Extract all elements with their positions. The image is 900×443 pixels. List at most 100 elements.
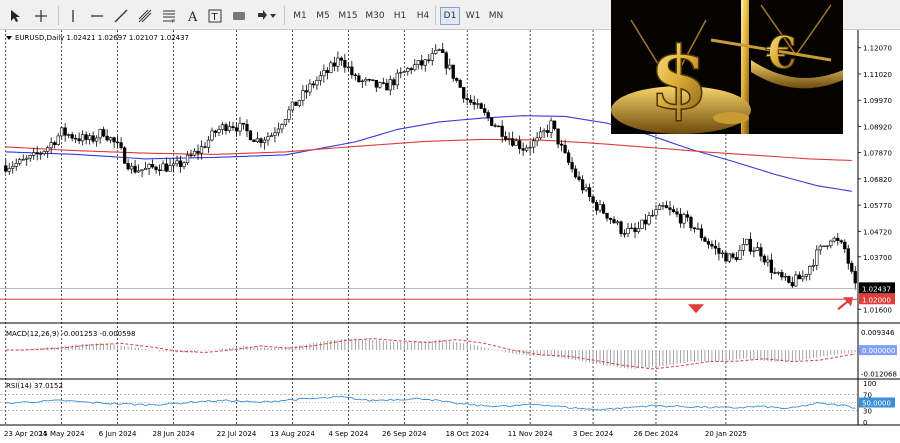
date-tick-label: 18 Oct 2024: [446, 430, 490, 438]
candle-body: [308, 83, 312, 93]
date-tick-label: 28 Jun 2024: [152, 430, 195, 438]
timeframe-m30-button[interactable]: M30: [363, 7, 387, 25]
candle-body: [654, 209, 658, 216]
candle-body: [371, 79, 375, 81]
rectangle-tool-button[interactable]: [230, 6, 248, 25]
candle-body: [395, 72, 399, 86]
arrow-shapes-tool-button[interactable]: [254, 6, 278, 25]
candle-body: [566, 152, 571, 163]
svg-text:$: $: [649, 28, 709, 129]
candle-body: [469, 99, 473, 103]
timeframe-m1-button[interactable]: M1: [290, 7, 310, 25]
candle-body: [839, 240, 843, 243]
candle-body: [74, 137, 78, 140]
horizontal-line-tool-button[interactable]: [88, 6, 106, 25]
candle-body: [542, 130, 546, 133]
candle-body: [269, 135, 274, 137]
text-label-tool-button[interactable]: T: [206, 6, 224, 25]
candle-body: [46, 147, 50, 152]
timeframe-w1-button[interactable]: W1: [463, 7, 483, 25]
candle-body: [601, 204, 606, 214]
candle: [490, 117, 494, 127]
candle: [458, 78, 462, 88]
svg-text:T: T: [211, 12, 219, 23]
candle-body: [98, 129, 102, 139]
price-tick-label: 1.11020: [863, 71, 892, 79]
candle-body: [801, 276, 805, 280]
candle-body: [643, 219, 648, 225]
candle-body: [399, 71, 403, 74]
candle-body: [783, 276, 787, 278]
fibonacci-tool-button[interactable]: F: [160, 6, 178, 25]
candle-body: [4, 165, 8, 172]
candle-body: [220, 124, 225, 130]
trendline-icon: [114, 9, 128, 22]
candle-body: [416, 60, 420, 65]
trading-chart-window: F A T M1 M5 M15 M30 H1 H4 D1 W1 MN 1.12070 1.1102…: [0, 0, 900, 443]
text-tool-button[interactable]: A: [184, 6, 202, 25]
fibonacci-icon: F: [163, 10, 175, 23]
candle-body: [815, 249, 819, 266]
candle-body: [18, 159, 22, 164]
candle-body: [780, 272, 784, 278]
candle: [591, 195, 595, 204]
candle-body: [161, 163, 165, 171]
candle-body: [266, 136, 270, 141]
timeframe-d1-button[interactable]: D1: [440, 7, 460, 25]
text-icon: A: [187, 10, 198, 23]
candle-body: [70, 134, 74, 139]
channel-tool-button[interactable]: [136, 6, 154, 25]
candle-body: [378, 82, 382, 88]
candle-body: [276, 128, 281, 134]
candle-body: [53, 142, 57, 145]
timeframe-m15-button[interactable]: M15: [336, 7, 360, 25]
price-tick-label: 1.06820: [863, 176, 892, 184]
candle-body: [448, 64, 452, 69]
candle-body: [241, 122, 246, 125]
candle-body: [507, 138, 511, 140]
date-tick-label: 3 Dec 2024: [573, 430, 614, 438]
candle-body: [304, 90, 309, 93]
candle-body: [213, 130, 218, 133]
candle-body: [580, 179, 585, 191]
vertical-line-tool-button[interactable]: [64, 6, 82, 25]
candle: [122, 146, 127, 164]
candle-body: [745, 238, 749, 245]
candle-body: [766, 259, 770, 263]
candle-body: [11, 166, 15, 169]
candle-body: [88, 135, 92, 140]
candle-body: [465, 98, 469, 101]
candle-body: [329, 62, 333, 73]
cursor-tool-button[interactable]: [6, 6, 24, 25]
trendline-tool-button[interactable]: [112, 6, 130, 25]
price-tick-label: 1.05770: [863, 202, 892, 210]
toolbar-separator: [435, 6, 436, 25]
timeframe-h1-button[interactable]: H1: [390, 7, 410, 25]
candle-body: [525, 147, 529, 151]
rsi-tick-label: 0: [863, 419, 867, 427]
candle-body: [675, 211, 679, 215]
candle-body: [762, 255, 766, 263]
toolbar-separator: [58, 6, 59, 25]
candle-body: [559, 143, 564, 146]
timeframe-h4-button[interactable]: H4: [413, 7, 433, 25]
timeframe-mn-button[interactable]: MN: [486, 7, 506, 25]
candle-body: [472, 102, 476, 105]
candle-body: [108, 137, 113, 141]
candle-body: [657, 205, 662, 210]
candle-body: [671, 209, 676, 212]
candle-body: [664, 205, 669, 209]
candle-body: [189, 154, 193, 157]
candle-body: [570, 162, 574, 170]
candle-body: [203, 146, 207, 148]
candle-body: [273, 132, 277, 136]
candle-body: [178, 160, 183, 167]
candle-body: [479, 103, 483, 109]
candle-body: [528, 146, 532, 149]
crosshair-tool-button[interactable]: [32, 6, 50, 25]
candle-body: [619, 221, 623, 234]
timeframe-m5-button[interactable]: M5: [313, 7, 333, 25]
candle-body: [476, 103, 480, 105]
candle-body: [287, 109, 291, 120]
candle-body: [402, 71, 406, 73]
